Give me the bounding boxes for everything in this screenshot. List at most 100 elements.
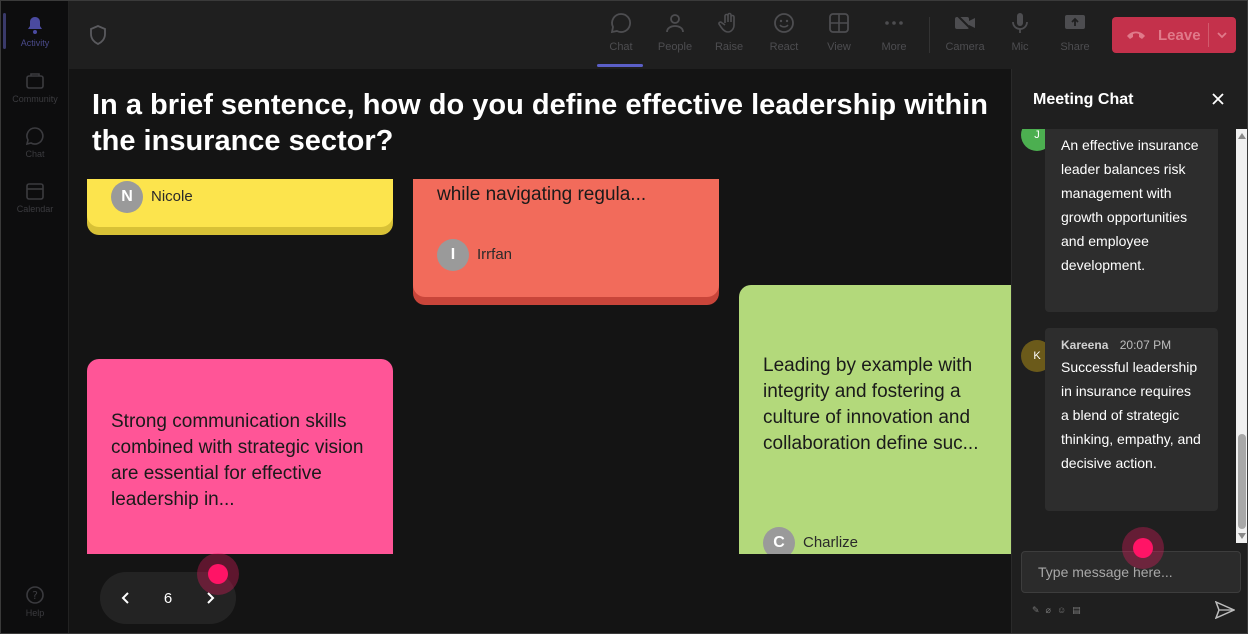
react-label: React bbox=[769, 41, 799, 53]
author-name: Nicole bbox=[151, 188, 193, 205]
author-name: Charlize bbox=[803, 534, 859, 551]
raise-label: Raise bbox=[714, 41, 744, 53]
avatar: C bbox=[763, 527, 795, 554]
page-number: 6 bbox=[163, 589, 173, 607]
meeting-chat-panel: Meeting Chat J An effective insurance le… bbox=[1011, 69, 1247, 633]
view-button[interactable]: View bbox=[815, 11, 863, 61]
avatar: N bbox=[111, 181, 143, 213]
leave-divider bbox=[1208, 23, 1209, 47]
mic-label: Mic bbox=[1011, 41, 1029, 53]
people-label: People bbox=[657, 41, 693, 53]
microphone-icon bbox=[1012, 13, 1028, 33]
send-icon[interactable] bbox=[1215, 601, 1235, 619]
author-name: Irrfan bbox=[477, 246, 513, 263]
leave-label: Leave bbox=[1158, 26, 1201, 44]
rail-item-calendar[interactable]: Calendar bbox=[1, 173, 69, 221]
rail-item-community[interactable]: Community bbox=[1, 63, 69, 111]
chat-message-list: J An effective insurance leader balances… bbox=[1012, 129, 1236, 543]
hand-icon bbox=[718, 12, 735, 33]
chevron-left-icon bbox=[121, 592, 129, 604]
chat-scrollbar[interactable] bbox=[1236, 129, 1247, 543]
rail-item-help[interactable]: ? Help bbox=[1, 577, 69, 625]
mic-button[interactable]: Mic bbox=[996, 11, 1044, 61]
chat-message: Kareena 20:07 PM Successful leadership i… bbox=[1045, 328, 1218, 511]
svg-text:?: ? bbox=[32, 589, 38, 602]
note-text: while navigating regula... bbox=[437, 184, 647, 205]
sender-name: Kareena bbox=[1061, 338, 1109, 352]
message-text: Successful leadership in insurance requi… bbox=[1061, 359, 1201, 471]
help-icon: ? bbox=[26, 585, 44, 604]
pointer-indicator bbox=[1122, 527, 1164, 569]
shield-icon[interactable] bbox=[89, 25, 107, 45]
meeting-window: Activity Community Chat Calendar ? Help … bbox=[0, 0, 1248, 634]
calendar-icon bbox=[26, 182, 44, 200]
people-button[interactable]: People bbox=[651, 11, 699, 61]
message-time: 20:07 PM bbox=[1119, 338, 1172, 352]
chat-bubble-icon bbox=[25, 126, 44, 145]
question-title: In a brief sentence, how do you define e… bbox=[92, 89, 988, 157]
note-author: I Irrfan bbox=[437, 239, 512, 271]
note-text: Leading by example with integrity and fo… bbox=[763, 355, 979, 454]
rail-item-chat[interactable]: Chat bbox=[1, 118, 69, 166]
rail-item-label: Help bbox=[25, 607, 45, 618]
note-text: Strong communication skills combined wit… bbox=[111, 411, 364, 510]
note-author: N Nicole bbox=[111, 181, 193, 213]
close-icon[interactable] bbox=[1210, 91, 1226, 107]
view-label: View bbox=[827, 41, 851, 53]
chat-message: An effective insurance leader balances r… bbox=[1045, 129, 1218, 312]
sticky-note[interactable]: while navigating regula... I Irrfan bbox=[413, 179, 719, 297]
emoji-icon[interactable]: ☺ bbox=[1057, 605, 1066, 616]
attach-icon[interactable]: ⌀ bbox=[1046, 605, 1051, 616]
chat-button[interactable]: Chat bbox=[597, 11, 645, 67]
sticky-note[interactable]: Strong communication skills combined wit… bbox=[87, 359, 393, 554]
chat-header: Meeting Chat bbox=[1012, 69, 1247, 129]
rail-item-label: Chat bbox=[25, 148, 45, 159]
sticky-note[interactable]: N Nicole bbox=[87, 179, 393, 227]
react-button[interactable]: React bbox=[760, 11, 808, 61]
chat-icon bbox=[610, 13, 632, 34]
meeting-toolbar: Chat People Raise React View More Camera bbox=[69, 1, 1247, 69]
grid-icon bbox=[829, 13, 849, 33]
smiley-icon bbox=[774, 13, 794, 33]
rail-item-label: Community bbox=[12, 93, 58, 104]
notes-board: N Nicole while navigating regula... I Ir… bbox=[69, 179, 1011, 554]
scroll-up-arrow[interactable] bbox=[1238, 133, 1246, 139]
avatar-initial: J bbox=[1034, 129, 1040, 141]
scroll-thumb[interactable] bbox=[1238, 434, 1246, 529]
share-label: Share bbox=[1060, 41, 1090, 53]
pointer-indicator bbox=[197, 553, 239, 595]
prev-page-button[interactable] bbox=[106, 578, 146, 618]
bell-icon bbox=[28, 16, 42, 34]
avatar: I bbox=[437, 239, 469, 271]
community-icon bbox=[26, 72, 44, 89]
chat-formatting-tools: ✎ ⌀ ☺ ▤ bbox=[1032, 605, 1081, 616]
camera-off-icon bbox=[955, 13, 975, 33]
phone-hangup-icon bbox=[1127, 31, 1145, 39]
leave-button[interactable]: Leave bbox=[1112, 17, 1236, 53]
note-author: C Charlize bbox=[763, 527, 858, 554]
camera-button[interactable]: Camera bbox=[941, 11, 989, 61]
app-rail: Activity Community Chat Calendar ? Help bbox=[1, 1, 69, 633]
people-icon bbox=[666, 14, 684, 33]
avatar-initial: K bbox=[1033, 350, 1041, 362]
raise-hand-button[interactable]: Raise bbox=[705, 11, 753, 61]
sticky-note[interactable]: Leading by example with integrity and fo… bbox=[739, 285, 1011, 554]
more-dots-icon bbox=[885, 21, 903, 25]
gif-icon[interactable]: ▤ bbox=[1072, 605, 1081, 616]
more-button[interactable]: More bbox=[870, 11, 918, 61]
chevron-down-icon[interactable] bbox=[1216, 29, 1228, 41]
share-screen-icon bbox=[1065, 15, 1085, 29]
share-button[interactable]: Share bbox=[1051, 11, 1099, 61]
format-icon[interactable]: ✎ bbox=[1032, 605, 1040, 616]
scroll-down-arrow[interactable] bbox=[1238, 533, 1246, 539]
chat-label: Chat bbox=[609, 41, 633, 53]
more-label: More bbox=[881, 41, 907, 53]
message-header: Kareena 20:07 PM bbox=[1061, 335, 1202, 355]
toolbar-divider bbox=[929, 17, 930, 53]
chat-title: Meeting Chat bbox=[1033, 91, 1134, 108]
rail-item-label: Calendar bbox=[16, 203, 54, 214]
rail-item-activity[interactable]: Activity bbox=[1, 7, 69, 55]
camera-label: Camera bbox=[945, 41, 985, 53]
whiteboard-area: In a brief sentence, how do you define e… bbox=[69, 69, 1011, 633]
message-text: An effective insurance leader balances r… bbox=[1061, 137, 1199, 273]
